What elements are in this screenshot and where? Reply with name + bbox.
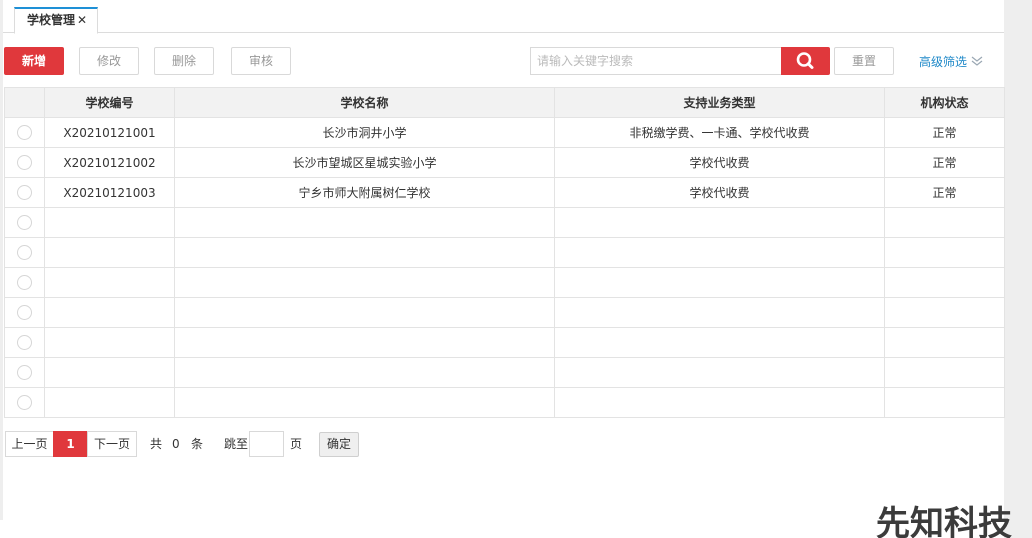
left-edge [0,0,3,520]
table-row[interactable]: X20210121003 宁乡市师大附属树仁学校 学校代收费 正常 [4,177,1005,208]
empty-row [4,327,1005,358]
column-header-business-type[interactable]: 支持业务类型 [554,87,885,118]
current-page-button[interactable]: 1 [53,431,88,457]
tab-school-management[interactable]: 学校管理 ✕ [14,7,99,34]
tab-label: 学校管理 [27,13,76,27]
total-prefix: 共 [150,437,163,451]
prev-page-button[interactable]: 上一页 [5,431,54,457]
table-row[interactable]: X20210121002 长沙市望城区星城实验小学 学校代收费 正常 [4,147,1005,178]
tab-bar: 学校管理 ✕ [3,0,1004,34]
row-radio[interactable] [17,275,32,290]
cell-school-name: 宁乡市师大附属树仁学校 [174,177,555,208]
cell-school-code: X20210121003 [44,177,175,208]
cell-school-name: 长沙市洞井小学 [174,117,555,148]
close-icon[interactable]: ✕ [77,13,87,27]
row-radio[interactable] [17,185,32,200]
row-radio[interactable] [17,125,32,140]
advanced-filter-link[interactable]: 高级筛选 [919,53,983,70]
table-header-row: 学校编号 学校名称 支持业务类型 机构状态 [4,87,1005,118]
empty-row [4,267,1005,298]
right-gutter [1004,0,1032,538]
watermark: 先知科技 [876,504,1012,538]
cell-business-type: 学校代收费 [554,147,885,178]
cell-school-name: 长沙市望城区星城实验小学 [174,147,555,178]
row-radio[interactable] [17,365,32,380]
row-radio[interactable] [17,335,32,350]
cell-status: 正常 [884,177,1005,208]
reset-button[interactable]: 重置 [834,47,894,75]
cell-status: 正常 [884,117,1005,148]
column-header-status[interactable]: 机构状态 [884,87,1005,118]
school-table: 学校编号 学校名称 支持业务类型 机构状态 X20210121001 长沙市洞井… [4,87,1005,418]
column-header-school-name[interactable]: 学校名称 [174,87,555,118]
jump-page-input[interactable] [249,431,284,457]
row-radio[interactable] [17,215,32,230]
empty-row [4,357,1005,388]
row-radio[interactable] [17,245,32,260]
edit-button[interactable]: 修改 [79,47,139,75]
jump-confirm-button[interactable]: 确定 [319,432,359,457]
empty-row [4,387,1005,418]
cell-business-type: 非税缴学费、一卡通、学校代收费 [554,117,885,148]
cell-status: 正常 [884,147,1005,178]
cell-school-code: X20210121001 [44,117,175,148]
row-radio[interactable] [17,155,32,170]
search-icon [796,52,814,69]
cell-business-type: 学校代收费 [554,177,885,208]
column-header-school-code[interactable]: 学校编号 [44,87,175,118]
row-radio[interactable] [17,395,32,410]
cell-school-code: X20210121002 [44,147,175,178]
advanced-filter-label: 高级筛选 [919,55,968,69]
jump-suffix: 页 [290,437,303,451]
delete-button[interactable]: 删除 [154,47,214,75]
empty-row [4,297,1005,328]
empty-row [4,207,1005,238]
table-row[interactable]: X20210121001 长沙市洞井小学 非税缴学费、一卡通、学校代收费 正常 [4,117,1005,148]
empty-row [4,237,1005,268]
total-suffix: 条 [191,437,204,451]
select-column-header [4,87,45,118]
search-button[interactable] [781,47,830,75]
row-radio[interactable] [17,305,32,320]
add-button[interactable]: 新增 [4,47,64,75]
total-count: 0 [172,437,180,451]
search-input[interactable] [530,47,782,75]
jump-prefix: 跳至 [224,437,249,451]
audit-button[interactable]: 审核 [231,47,291,75]
double-chevron-down-icon [971,55,983,70]
next-page-button[interactable]: 下一页 [87,431,137,457]
